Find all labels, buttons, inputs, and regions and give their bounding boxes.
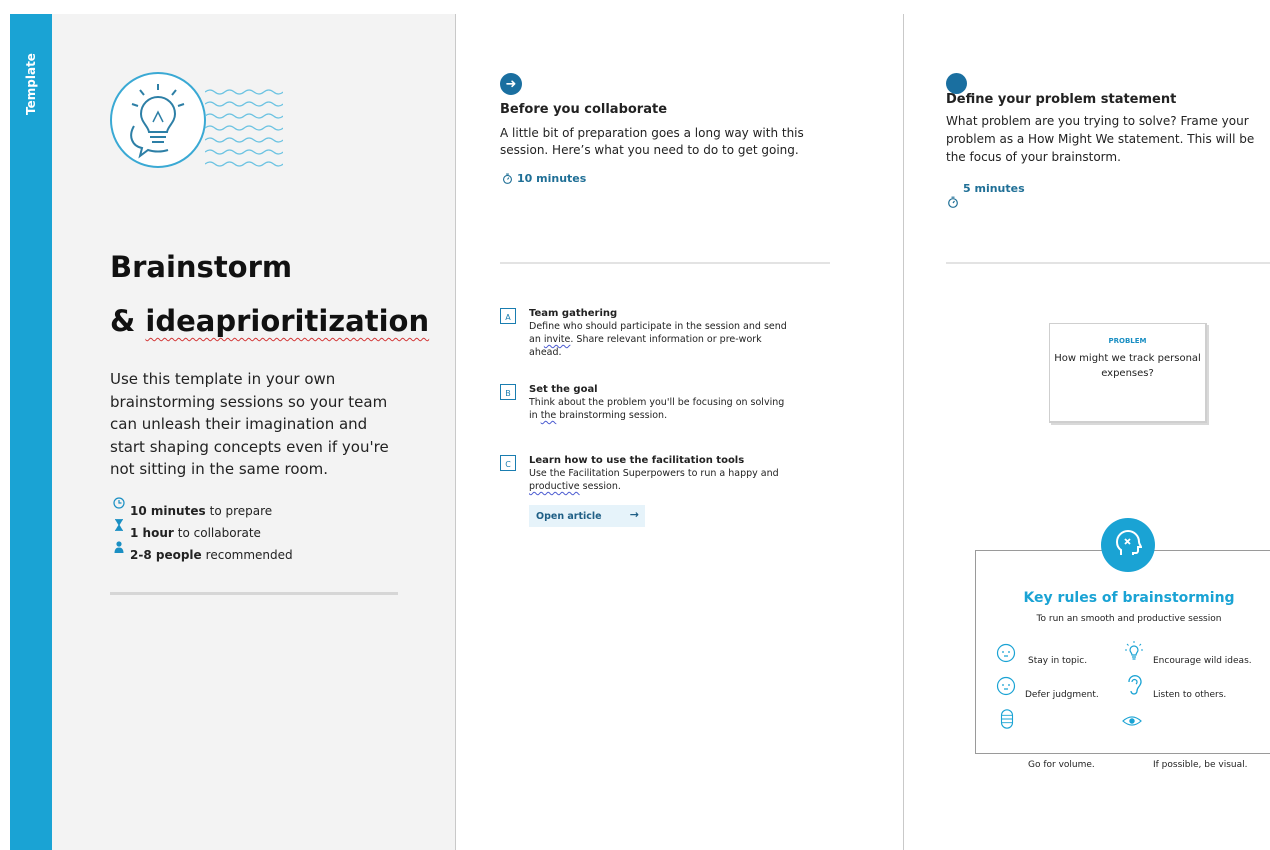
item-title: Team gathering xyxy=(529,308,618,319)
page-title-line-2: & ideaprioritization xyxy=(110,300,429,342)
meta-people: 2-8 people recommended xyxy=(110,541,293,566)
face-icon xyxy=(996,676,1016,696)
wave-lines-decoration xyxy=(205,89,283,167)
prep-divider xyxy=(500,262,830,264)
ear-icon xyxy=(1128,675,1142,695)
page-title-misspelled-word: ideaprioritization xyxy=(145,304,430,338)
sidebar-label: Template xyxy=(24,53,38,115)
prep-duration: 10 minutes xyxy=(502,172,586,185)
rules-title: Key rules of brainstorming xyxy=(1023,590,1235,606)
meta-bold: 2-8 people xyxy=(130,548,202,562)
rule-stay-in-topic: Stay in topic. xyxy=(1028,656,1088,666)
hourglass-icon xyxy=(110,519,128,537)
page-title-prefix: & xyxy=(110,304,146,338)
session-meta-list: 10 minutes to prepare 1 hour to collaborat… xyxy=(110,497,293,566)
item-badge-b: B xyxy=(500,384,516,400)
rule-encourage-wild-ideas: Encourage wild ideas. xyxy=(1153,656,1252,666)
open-article-button[interactable]: Open article → xyxy=(529,505,645,527)
item-title: Learn how to use the facilitation tools xyxy=(529,455,745,466)
rule-go-for-volume: Go for volume. xyxy=(1028,760,1095,770)
meta-bold: 1 hour xyxy=(130,526,174,540)
problem-sticky-card[interactable]: PROBLEM How might we track personal expe… xyxy=(1049,323,1207,423)
eye-icon xyxy=(1122,716,1142,726)
problem-description: What problem are you trying to solve? Fr… xyxy=(946,114,1255,164)
timer-icon xyxy=(948,196,958,208)
prep-heading: Before you collaborate xyxy=(500,102,668,117)
intro-description: Use this template in your own brainstorm… xyxy=(110,370,389,478)
meta-text: to prepare xyxy=(209,504,273,518)
lightbulb-icon xyxy=(1125,641,1143,660)
item-description: Use the Facilitation Superpowers to run … xyxy=(529,468,779,492)
meta-text: to collaborate xyxy=(177,526,261,540)
meta-text: recommended xyxy=(205,548,293,562)
rule-be-visual: If possible, be visual. xyxy=(1153,760,1248,770)
prep-description: A little bit of preparation goes a long … xyxy=(500,126,804,157)
open-article-label: Open article xyxy=(536,510,602,522)
arrow-right-icon: ➜ xyxy=(500,73,522,95)
person-icon xyxy=(110,541,128,559)
page-title-line-1: Brainstorm xyxy=(110,250,293,284)
prep-duration-text: 10 minutes xyxy=(517,172,587,185)
column-divider-2 xyxy=(903,14,904,850)
rules-subtitle: To run an smooth and productive session xyxy=(1036,614,1222,624)
problem-tag: PROBLEM xyxy=(1108,337,1147,345)
arrow-right-icon: → xyxy=(629,508,639,521)
brain-head-icon xyxy=(1101,518,1155,572)
item-badge-a: A xyxy=(500,308,516,324)
timer-icon xyxy=(503,173,512,184)
rule-defer-judgment: Defer judgment. xyxy=(1025,690,1099,700)
item-description: Think about the problem you'll be focusi… xyxy=(529,397,785,421)
stack-icon xyxy=(1000,709,1014,729)
meta-prepare-time: 10 minutes to prepare xyxy=(110,497,293,522)
rule-listen-to-others: Listen to others. xyxy=(1153,690,1227,700)
item-badge-c: C xyxy=(500,455,516,471)
clock-icon xyxy=(110,497,128,515)
face-icon xyxy=(996,643,1016,663)
item-description: Define who should participate in the ses… xyxy=(529,321,787,358)
meta-bold: 10 minutes xyxy=(130,504,206,518)
step-dot-icon xyxy=(946,73,967,94)
problem-heading: Define your problem statement xyxy=(946,92,1177,107)
problem-statement: How might we track personal expenses? xyxy=(1054,353,1201,379)
problem-duration-text: 5 minutes xyxy=(963,182,1025,195)
item-title: Set the goal xyxy=(529,384,598,395)
column-divider-1 xyxy=(455,14,456,850)
problem-divider xyxy=(946,262,1270,264)
meta-collaborate-time: 1 hour to collaborate xyxy=(110,519,293,544)
intro-divider xyxy=(110,592,398,595)
template-sidebar-strip: Template xyxy=(10,14,52,850)
lightbulb-speech-bubble-icon xyxy=(110,72,206,168)
